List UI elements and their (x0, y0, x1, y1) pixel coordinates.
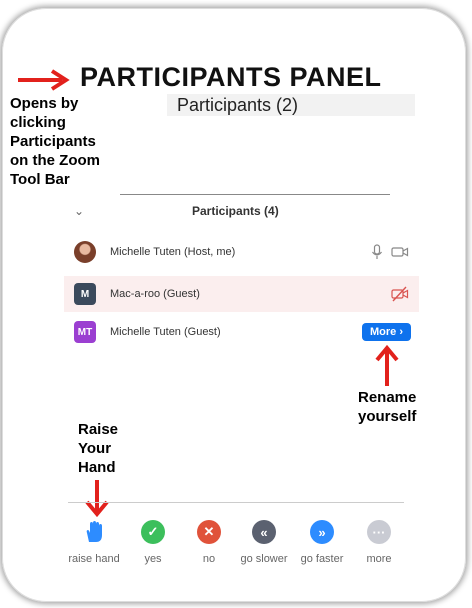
annotation-rename: Rename yourself (358, 389, 417, 425)
no-button[interactable]: ✕ no (179, 520, 239, 566)
screenshot-card: PARTICIPANTS PANEL Opens by clicking Par… (2, 8, 466, 602)
participant-name: Michelle Tuten (Host, me) (110, 246, 236, 258)
hand-icon (82, 520, 106, 544)
go-faster-button[interactable]: » go faster (292, 520, 352, 566)
rewind-icon: « (252, 520, 276, 544)
participant-name: Mac-a-roo (Guest) (110, 288, 200, 300)
participants-bar-title: Participants (2) (167, 94, 415, 116)
arrow-up-icon (375, 344, 399, 386)
participant-name: Michelle Tuten (Guest) (110, 326, 221, 338)
toolbar-divider (68, 502, 404, 503)
avatar: MT (74, 321, 96, 343)
yes-button[interactable]: ✓ yes (123, 520, 183, 566)
more-icon: ··· (367, 520, 391, 544)
avatar: M (74, 283, 96, 305)
x-icon: ✕ (197, 520, 221, 544)
go-slower-button[interactable]: « go slower (234, 520, 294, 566)
participant-row[interactable]: Michelle Tuten (Host, me) (64, 234, 419, 270)
divider (120, 194, 390, 195)
raise-hand-button[interactable]: raise hand (64, 520, 124, 566)
fast-forward-icon: » (310, 520, 334, 544)
annotation-raise-hand: Raise Your Hand (78, 421, 119, 476)
collapse-chevron-icon[interactable]: ⌄ (74, 204, 84, 218)
annotation-title: PARTICIPANTS PANEL (80, 62, 382, 92)
title-arrow-icon (18, 69, 70, 91)
check-icon: ✓ (141, 520, 165, 544)
video-off-icon[interactable] (391, 286, 409, 302)
more-button[interactable]: More › (362, 323, 411, 341)
arrow-down-icon (85, 480, 109, 518)
video-camera-icon[interactable] (391, 245, 409, 259)
participant-row[interactable]: M Mac-a-roo (Guest) (64, 276, 419, 312)
microphone-icon[interactable] (371, 244, 383, 260)
avatar (74, 241, 96, 263)
panel-header-title: Participants (4) (192, 204, 279, 218)
annotation-opens-by: Opens by clicking Participants on the Zo… (10, 95, 100, 188)
more-reactions-button[interactable]: ··· more (349, 520, 409, 566)
participant-row[interactable]: MT Michelle Tuten (Guest) More › (64, 314, 419, 350)
